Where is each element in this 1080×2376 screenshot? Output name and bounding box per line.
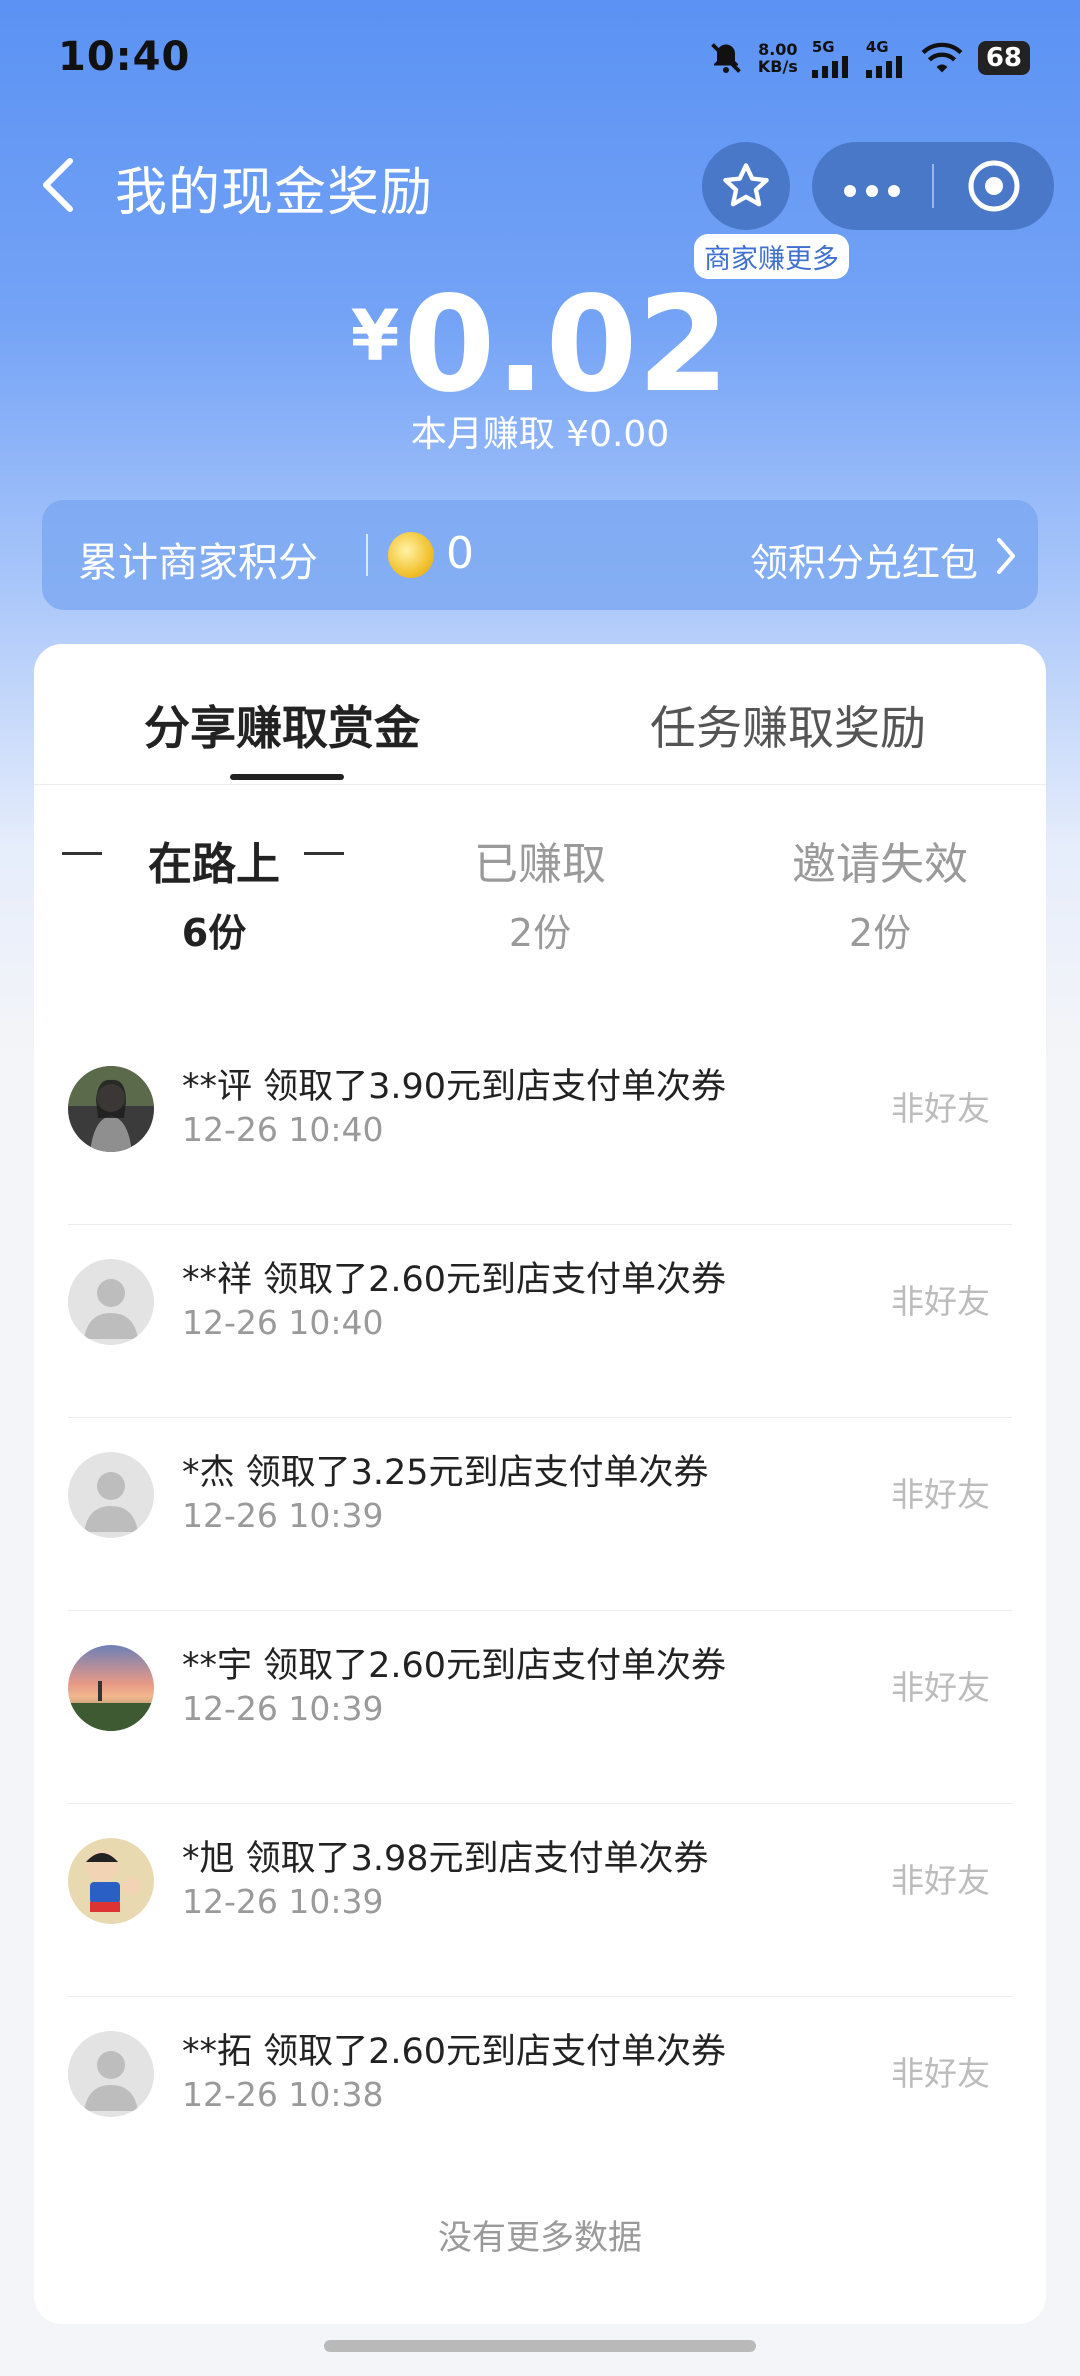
- currency-symbol: ¥: [350, 295, 400, 377]
- active-tab-indicator: [230, 774, 344, 780]
- star-icon: [723, 163, 769, 207]
- points-value: 0: [446, 528, 474, 579]
- status-icons: 8.00 KB/s 5G 4G 68: [708, 38, 1030, 78]
- net2-label: 4G: [865, 38, 889, 56]
- record-time: 12-26 10:40: [182, 1303, 384, 1342]
- filter-count: 6份: [181, 911, 247, 955]
- avatar: [68, 1838, 154, 1924]
- points-divider: [366, 534, 368, 576]
- filter-invite-expired[interactable]: 邀请失效 2份: [770, 828, 990, 957]
- filter-dash-left: [62, 852, 102, 855]
- target-circle-icon: [968, 160, 1020, 212]
- list-item[interactable]: *杰 领取了3.25元到店支付单次券 12-26 10:39 非好友: [68, 1418, 1012, 1611]
- speed-value: 8.00: [758, 40, 798, 59]
- record-text: *旭 领取了3.98元到店支付单次券: [182, 1839, 709, 1879]
- filter-name: 邀请失效: [792, 839, 968, 890]
- list-item[interactable]: **评 领取了3.90元到店支付单次券 12-26 10:40 非好友: [68, 1032, 1012, 1225]
- chevron-right-icon: [994, 536, 1018, 580]
- mute-bell-icon: [708, 40, 744, 76]
- record-text: **评 领取了3.90元到店支付单次券: [182, 1067, 727, 1107]
- status-time: 10:40: [58, 34, 191, 80]
- filter-count: 2份: [508, 911, 572, 955]
- wifi-icon: [920, 40, 964, 76]
- points-label: 累计商家积分: [78, 540, 318, 586]
- no-more-data: 没有更多数据: [438, 2218, 642, 2258]
- record-text: **拓 领取了2.60元到店支付单次券: [182, 2032, 727, 2072]
- close-miniapp-button[interactable]: [934, 159, 1054, 213]
- page-title: 我的现金奖励: [115, 163, 434, 223]
- list-item[interactable]: *旭 领取了3.98元到店支付单次券 12-26 10:39 非好友: [68, 1804, 1012, 1997]
- record-time: 12-26 10:39: [182, 1689, 384, 1728]
- net1-label: 5G: [811, 38, 835, 56]
- chevron-left-icon: [43, 158, 73, 212]
- amount-value: 0.02: [403, 268, 730, 422]
- filter-name: 在路上: [148, 839, 280, 890]
- record-time: 12-26 10:39: [182, 1496, 384, 1535]
- list-item[interactable]: **祥 领取了2.60元到店支付单次券 12-26 10:40 非好友: [68, 1225, 1012, 1418]
- coin-icon: [388, 532, 434, 578]
- relation-tag: 非好友: [891, 1089, 990, 1128]
- signal-4g-icon: 4G: [865, 38, 906, 78]
- favorite-button[interactable]: [702, 142, 790, 230]
- network-speed: 8.00 KB/s: [758, 41, 798, 75]
- merchant-points-bar[interactable]: 累计商家积分 0 领积分兑红包: [42, 500, 1038, 610]
- speed-unit: KB/s: [757, 57, 798, 76]
- filter-earned[interactable]: 已赚取 2份: [450, 828, 630, 957]
- miniapp-capsule: [812, 142, 1054, 230]
- default-avatar-icon: [68, 1259, 154, 1345]
- monthly-earned: 本月赚取 ¥0.00: [410, 414, 670, 455]
- more-button[interactable]: [812, 163, 932, 209]
- tab-task-reward[interactable]: 任务赚取奖励: [650, 692, 926, 758]
- back-button[interactable]: [34, 155, 84, 215]
- avatar: [68, 1645, 154, 1731]
- home-indicator[interactable]: [324, 2340, 756, 2352]
- tab-share-bounty[interactable]: 分享赚取赏金: [144, 692, 420, 758]
- record-text: *杰 领取了3.25元到店支付单次券: [182, 1453, 709, 1493]
- relation-tag: 非好友: [891, 1668, 990, 1707]
- rewards-card: 分享赚取赏金 任务赚取奖励 在路上 6份 已赚取 2份 邀请失效 2份 **评 …: [34, 644, 1046, 2324]
- battery-indicator: 68: [977, 41, 1030, 75]
- signal-5g-icon: 5G: [811, 38, 852, 78]
- tab-bar: 分享赚取赏金 任务赚取奖励: [34, 644, 1046, 785]
- status-filter-bar: 在路上 6份 已赚取 2份 邀请失效 2份: [34, 828, 1046, 955]
- relation-tag: 非好友: [891, 2054, 990, 2093]
- filter-count: 2份: [848, 911, 912, 955]
- avatar: [68, 1066, 154, 1152]
- default-avatar-icon: [68, 1452, 154, 1538]
- list-item[interactable]: **拓 领取了2.60元到店支付单次券 12-26 10:38 非好友: [68, 1997, 1012, 2189]
- record-time: 12-26 10:40: [182, 1110, 384, 1149]
- more-dots-icon: [844, 185, 900, 197]
- list-item[interactable]: **宇 领取了2.60元到店支付单次券 12-26 10:39 非好友: [68, 1611, 1012, 1804]
- relation-tag: 非好友: [891, 1282, 990, 1321]
- relation-tag: 非好友: [891, 1861, 990, 1900]
- record-time: 12-26 10:39: [182, 1882, 384, 1921]
- default-avatar-icon: [68, 2031, 154, 2117]
- filter-name: 已赚取: [474, 839, 606, 890]
- relation-tag: 非好友: [891, 1475, 990, 1514]
- status-bar: 10:40 8.00 KB/s 5G 4G 68: [0, 0, 1080, 120]
- redeem-red-packet-link[interactable]: 领积分兑红包: [750, 532, 978, 587]
- record-time: 12-26 10:38: [182, 2075, 384, 2114]
- cash-reward-amount: ¥0.02: [0, 268, 1080, 422]
- filter-on-the-way[interactable]: 在路上 6份: [124, 828, 304, 957]
- filter-dash-right: [304, 852, 344, 855]
- record-text: **宇 领取了2.60元到店支付单次券: [182, 1646, 727, 1686]
- record-text: **祥 领取了2.60元到店支付单次券: [182, 1260, 727, 1300]
- record-list: **评 领取了3.90元到店支付单次券 12-26 10:40 非好友 **祥 …: [68, 1032, 1012, 2189]
